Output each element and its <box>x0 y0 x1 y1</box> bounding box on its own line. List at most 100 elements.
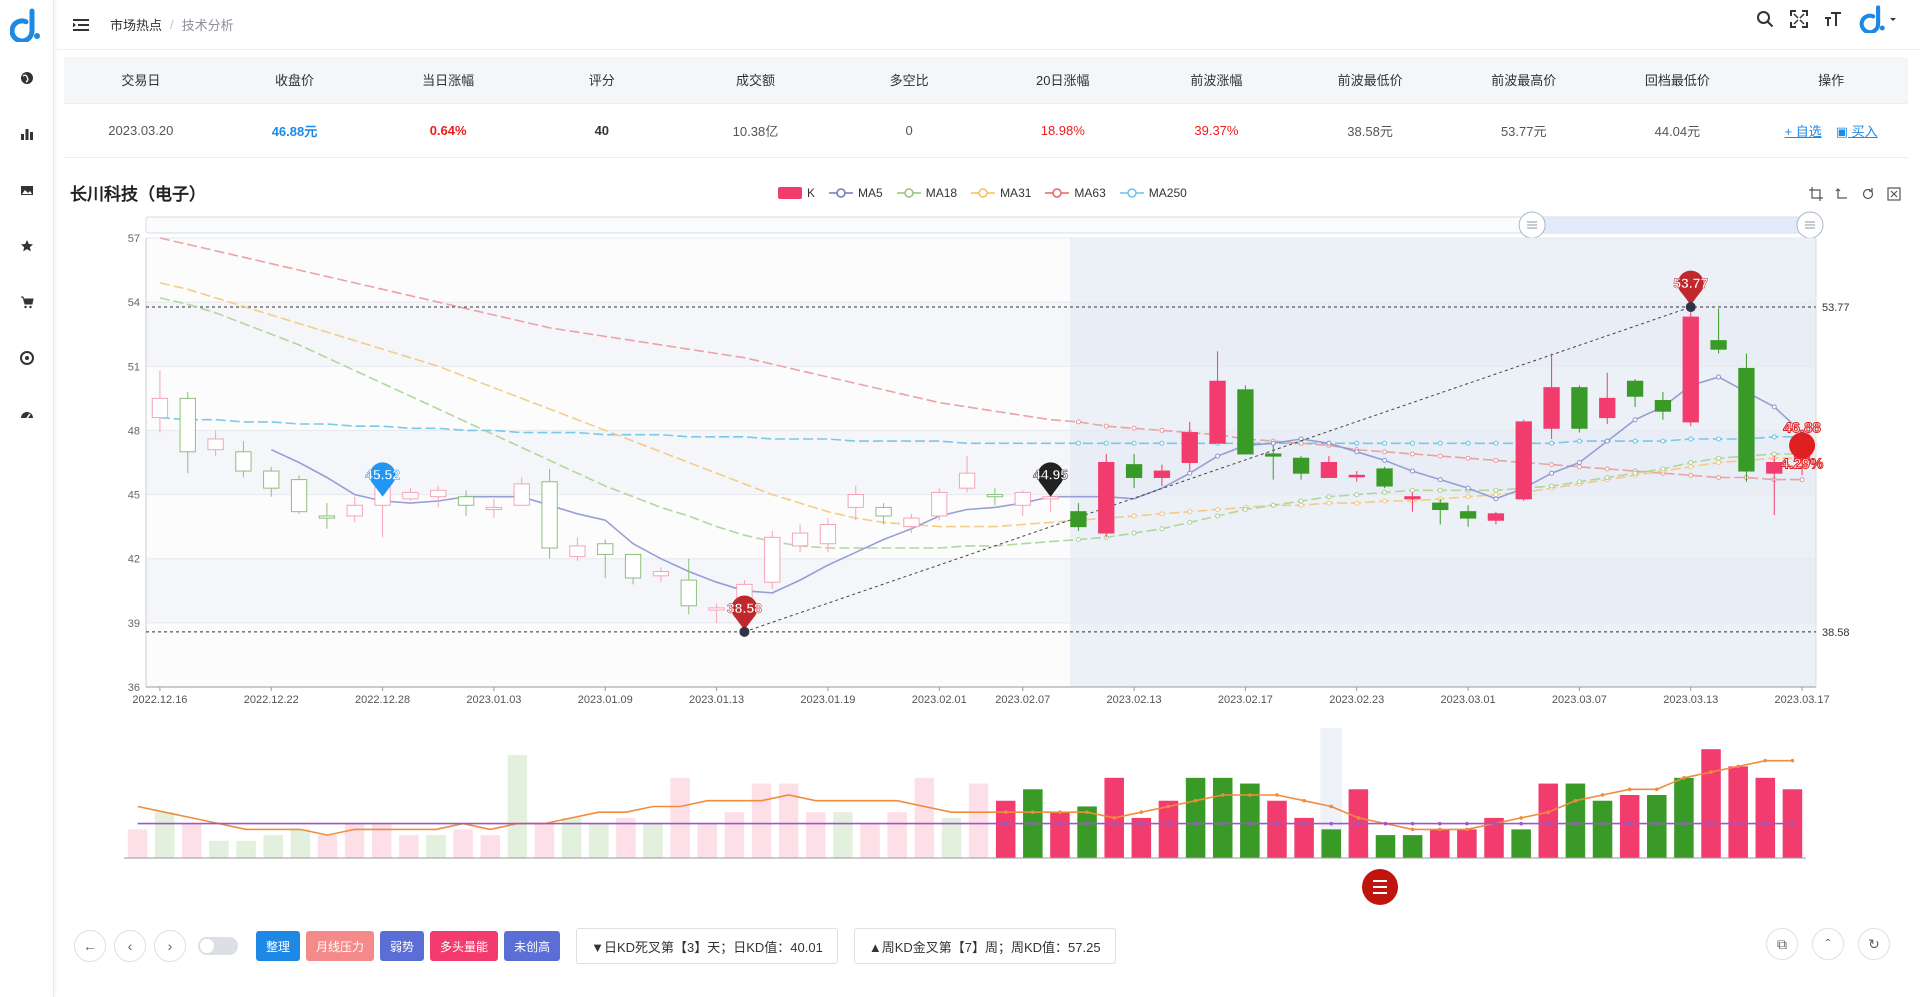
save-icon <box>1887 187 1901 201</box>
status-tags: 整理 月线压力 弱势 多头量能 未创高 <box>250 931 561 961</box>
ma-point-ma5 <box>1549 470 1555 476</box>
volume-bar <box>1375 835 1396 858</box>
ma-point-ma250 <box>1382 440 1388 446</box>
kline-chart[interactable]: 36 39 42 45 48 51 54 57 2022.12.16 2022.12.22 2022… <box>54 210 1920 922</box>
volume-bar <box>1511 829 1531 858</box>
volume-ma-line-2-point <box>1410 821 1415 826</box>
candle-body <box>1292 457 1310 474</box>
col-header: 交易日 <box>64 57 218 104</box>
sidebar-item-dashboard[interactable] <box>0 399 54 429</box>
legend-item[interactable]: MA63 <box>1045 186 1106 200</box>
sidebar-item-cart[interactable] <box>0 287 54 317</box>
cart-icon <box>21 296 34 309</box>
fullscreen-button[interactable] <box>1788 8 1810 30</box>
status-tag[interactable]: 整理 <box>256 931 301 961</box>
copy-icon: ⧉ <box>1777 935 1787 952</box>
legend-item[interactable]: MA31 <box>971 186 1031 200</box>
ma-point-ma31 <box>1159 511 1165 517</box>
refresh-button[interactable]: ↻ <box>1858 928 1890 960</box>
status-tag[interactable]: 月线压力 <box>306 931 375 961</box>
prev-button[interactable]: ‹ <box>114 930 146 962</box>
ma-point-ma31 <box>1298 502 1304 508</box>
font-size-button[interactable] <box>1822 8 1844 30</box>
next-button[interactable]: › <box>154 930 186 962</box>
legend-label: MA5 <box>858 186 883 200</box>
save-image-button[interactable] <box>1886 186 1902 202</box>
logo-icon[interactable] <box>10 8 44 42</box>
volume-ma-line-2-point <box>1492 821 1496 826</box>
volume-ma-line-2-point <box>1763 821 1768 826</box>
volume-ma-line-1-point <box>1085 810 1089 814</box>
restore-icon <box>1862 188 1874 200</box>
volume-bar <box>1267 800 1287 858</box>
sidebar-item-globe[interactable] <box>0 63 54 93</box>
sidebar <box>0 0 54 997</box>
restore-button[interactable] <box>1860 186 1876 202</box>
volume-ma-line-2-point <box>1166 821 1171 826</box>
ma-point-ma18 <box>1576 479 1582 485</box>
legend-item[interactable]: MA5 <box>829 186 883 200</box>
zoom-select-button[interactable] <box>1808 186 1824 202</box>
user-menu[interactable] <box>1856 5 1900 33</box>
ma-point-ma18 <box>1632 470 1638 476</box>
status-tag[interactable]: 未创高 <box>504 931 561 961</box>
ref-line-label-high: 53.77 <box>1822 302 1850 314</box>
toggle-switch[interactable] <box>198 937 238 955</box>
add-watchlist-link[interactable]: + 自选 <box>1785 121 1822 140</box>
status-tag[interactable]: 多头量能 <box>430 931 499 961</box>
zoom-reset-button[interactable] <box>1834 186 1850 202</box>
ma-point-ma63 <box>1465 455 1471 461</box>
col-header: 回档最低价 <box>1600 57 1755 104</box>
marker-mid1-label: 45.52 <box>365 467 400 483</box>
candle-body <box>263 470 280 489</box>
ma-point-ma63 <box>1576 464 1582 470</box>
volume-bar <box>860 823 880 858</box>
x-tick-label: 2022.12.16 <box>132 694 187 706</box>
ma-point-ma63 <box>1604 466 1610 472</box>
buy-link[interactable]: ▣ 买入 <box>1836 121 1878 140</box>
candle-body <box>1626 380 1644 397</box>
sidebar-item-target[interactable] <box>0 343 54 373</box>
volume-bar <box>1728 766 1748 858</box>
volume-ma-line-2-point <box>1383 821 1388 826</box>
ma-point-ma5 <box>1270 440 1276 446</box>
copy-button[interactable]: ⧉ <box>1766 928 1798 960</box>
volume-ma-line-2-point <box>1519 821 1523 826</box>
globe-icon <box>21 72 33 84</box>
back-button[interactable]: ← <box>74 930 106 962</box>
sidebar-item-image[interactable] <box>0 175 54 205</box>
scroll-top-button[interactable]: ˆ <box>1812 928 1844 960</box>
ma-point-ma250 <box>1771 434 1777 440</box>
volume-bar <box>1158 800 1179 858</box>
legend-item[interactable]: MA250 <box>1119 186 1187 200</box>
ma-point-ma5 <box>1465 485 1471 491</box>
col-header: 当日涨幅 <box>371 57 525 104</box>
legend-item[interactable]: K <box>778 186 815 200</box>
cell-close: 46.88元 <box>217 103 372 158</box>
volume-ma-line-2-point <box>1058 821 1062 826</box>
search-button[interactable] <box>1754 8 1776 30</box>
volume-bar <box>1647 795 1667 858</box>
sidebar-item-favorites[interactable] <box>0 231 54 261</box>
volume-ma-line-1-point <box>1302 798 1306 803</box>
candle-body <box>346 504 363 517</box>
sidebar-item-charts[interactable] <box>0 119 54 149</box>
volume-ma-line-1-point <box>1410 827 1415 832</box>
ma-point-ma31 <box>1131 513 1137 519</box>
ma-point-ma5 <box>1326 440 1332 446</box>
candle-body <box>1710 340 1727 350</box>
ma-point-ma18 <box>1549 483 1555 489</box>
menu-toggle-button[interactable] <box>70 14 92 36</box>
volume-ma-line-2-point <box>1709 821 1713 826</box>
x-tick-label: 2023.02.13 <box>1107 694 1162 706</box>
legend-item[interactable]: MA18 <box>896 186 957 200</box>
ma-point-ma250 <box>1159 440 1165 446</box>
ma-point-ma31 <box>1187 509 1193 515</box>
x-tick-label: 2023.01.09 <box>578 694 633 706</box>
volume-ma-line-1-point <box>1709 770 1713 774</box>
ma-point-ma63 <box>1409 451 1415 457</box>
ma-point-ma18 <box>1660 466 1666 472</box>
breadcrumb-item-market[interactable]: 市场热点 <box>110 15 162 34</box>
status-tag[interactable]: 弱势 <box>380 931 425 961</box>
volume-bar <box>290 829 311 858</box>
